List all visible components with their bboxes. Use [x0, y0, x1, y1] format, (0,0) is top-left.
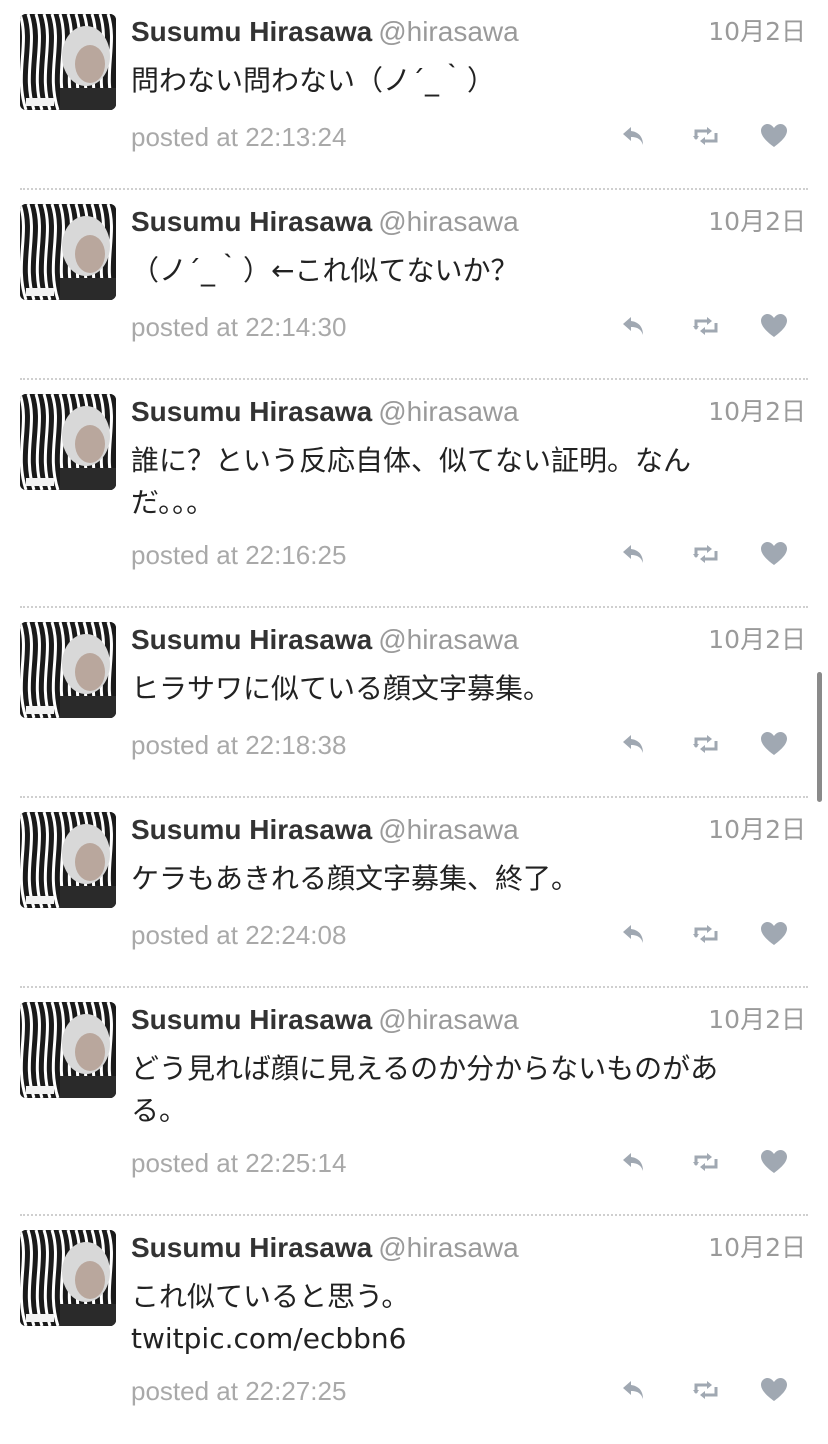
posted-time: posted at 22:27:25 — [131, 1376, 347, 1406]
tweet-actions — [608, 914, 808, 954]
tweet-actions — [608, 1142, 808, 1182]
author-handle[interactable]: @hirasawa — [378, 624, 518, 655]
tweet-text: （ノ´_｀）←これ似てないか？ — [131, 254, 519, 287]
avatar[interactable] — [20, 14, 116, 110]
author-line[interactable]: Susumu Hirasawa @hirasawa — [131, 812, 519, 848]
author-line[interactable]: Susumu Hirasawa @hirasawa — [131, 1230, 519, 1266]
author-name[interactable]: Susumu Hirasawa — [131, 814, 372, 845]
tweet-actions — [608, 724, 808, 764]
reply-icon[interactable] — [614, 116, 654, 156]
retweet-icon[interactable] — [686, 116, 726, 156]
tweet-text: どう見れば顔に見えるのか分からないものがあ る。 — [131, 1052, 719, 1127]
tweet-text: ヒラサワに似ている顔文字募集。 — [131, 672, 552, 705]
avatar[interactable] — [20, 1002, 116, 1098]
tweet-actions — [608, 306, 808, 346]
author-name[interactable]: Susumu Hirasawa — [131, 1232, 372, 1263]
posted-time: posted at 22:16:25 — [131, 540, 347, 570]
tweet-date: 10月2日 — [708, 1233, 806, 1262]
author-handle[interactable]: @hirasawa — [378, 206, 518, 237]
avatar[interactable] — [20, 204, 116, 300]
author-name[interactable]: Susumu Hirasawa — [131, 396, 372, 427]
tweet-text: 誰に？という反応自体、似てない証明。なん だ。。。 — [131, 444, 692, 519]
author-handle[interactable]: @hirasawa — [378, 1004, 518, 1035]
heart-icon[interactable] — [754, 306, 794, 346]
tweet-item[interactable]: Susumu Hirasawa @hirasawa 10月2日 （ノ´_｀）←これ… — [0, 190, 828, 380]
tweet-actions — [608, 116, 808, 156]
scrollbar[interactable] — [817, 672, 822, 802]
author-handle[interactable]: @hirasawa — [378, 396, 518, 427]
heart-icon[interactable] — [754, 116, 794, 156]
author-name[interactable]: Susumu Hirasawa — [131, 206, 372, 237]
tweet-item[interactable]: Susumu Hirasawa @hirasawa 10月2日 これ似ていると思う… — [0, 1216, 828, 1444]
tweet-item[interactable]: Susumu Hirasawa @hirasawa 10月2日 問わない問わない（… — [0, 0, 828, 190]
author-line[interactable]: Susumu Hirasawa @hirasawa — [131, 1002, 519, 1038]
heart-icon[interactable] — [754, 1142, 794, 1182]
author-line[interactable]: Susumu Hirasawa @hirasawa — [131, 394, 519, 430]
author-handle[interactable]: @hirasawa — [378, 16, 518, 47]
tweet-item[interactable]: Susumu Hirasawa @hirasawa 10月2日 ケラもあきれる顔文… — [0, 798, 828, 988]
retweet-icon[interactable] — [686, 724, 726, 764]
tweet-text: 問わない問わない（ノ´_｀） — [131, 64, 496, 97]
retweet-icon[interactable] — [686, 1142, 726, 1182]
reply-icon[interactable] — [614, 1142, 654, 1182]
posted-time: posted at 22:13:24 — [131, 122, 347, 152]
posted-time: posted at 22:18:38 — [131, 730, 347, 760]
avatar[interactable] — [20, 394, 116, 490]
author-line[interactable]: Susumu Hirasawa @hirasawa — [131, 14, 519, 50]
tweet-date: 10月2日 — [708, 1005, 806, 1034]
posted-time: posted at 22:14:30 — [131, 312, 347, 342]
tweet-date: 10月2日 — [708, 815, 806, 844]
author-name[interactable]: Susumu Hirasawa — [131, 624, 372, 655]
retweet-icon[interactable] — [686, 534, 726, 574]
tweet-actions — [608, 1370, 808, 1410]
author-name[interactable]: Susumu Hirasawa — [131, 16, 372, 47]
heart-icon[interactable] — [754, 724, 794, 764]
retweet-icon[interactable] — [686, 914, 726, 954]
tweet-text-body: これ似ていると思う。 — [131, 1280, 410, 1313]
tweet-actions — [608, 534, 808, 574]
tweet-link[interactable]: twitpic.com/ecbbn6 — [131, 1322, 406, 1355]
retweet-icon[interactable] — [686, 1370, 726, 1410]
tweet-item[interactable]: Susumu Hirasawa @hirasawa 10月2日 どう見れば顔に見え… — [0, 988, 828, 1216]
reply-icon[interactable] — [614, 1370, 654, 1410]
tweet-date: 10月2日 — [708, 397, 806, 426]
heart-icon[interactable] — [754, 914, 794, 954]
tweet-date: 10月2日 — [708, 207, 806, 236]
tweet-date: 10月2日 — [708, 17, 806, 46]
reply-icon[interactable] — [614, 306, 654, 346]
retweet-icon[interactable] — [686, 306, 726, 346]
heart-icon[interactable] — [754, 1370, 794, 1410]
timeline: Susumu Hirasawa @hirasawa 10月2日 問わない問わない（… — [0, 0, 828, 1444]
posted-time: posted at 22:24:08 — [131, 920, 347, 950]
author-name[interactable]: Susumu Hirasawa — [131, 1004, 372, 1035]
author-handle[interactable]: @hirasawa — [378, 814, 518, 845]
posted-time: posted at 22:25:14 — [131, 1148, 347, 1178]
avatar[interactable] — [20, 622, 116, 718]
reply-icon[interactable] — [614, 534, 654, 574]
tweet-item[interactable]: Susumu Hirasawa @hirasawa 10月2日 ヒラサワに似ている… — [0, 608, 828, 798]
reply-icon[interactable] — [614, 914, 654, 954]
author-handle[interactable]: @hirasawa — [378, 1232, 518, 1263]
avatar[interactable] — [20, 1230, 116, 1326]
tweet-text: これ似ていると思う。 twitpic.com/ecbbn6 — [131, 1276, 771, 1360]
reply-icon[interactable] — [614, 724, 654, 764]
author-line[interactable]: Susumu Hirasawa @hirasawa — [131, 204, 519, 240]
tweet-text: ケラもあきれる顔文字募集、終了。 — [131, 862, 580, 895]
author-line[interactable]: Susumu Hirasawa @hirasawa — [131, 622, 519, 658]
tweet-date: 10月2日 — [708, 625, 806, 654]
heart-icon[interactable] — [754, 534, 794, 574]
tweet-item[interactable]: Susumu Hirasawa @hirasawa 10月2日 誰に？という反応自… — [0, 380, 828, 608]
avatar[interactable] — [20, 812, 116, 908]
